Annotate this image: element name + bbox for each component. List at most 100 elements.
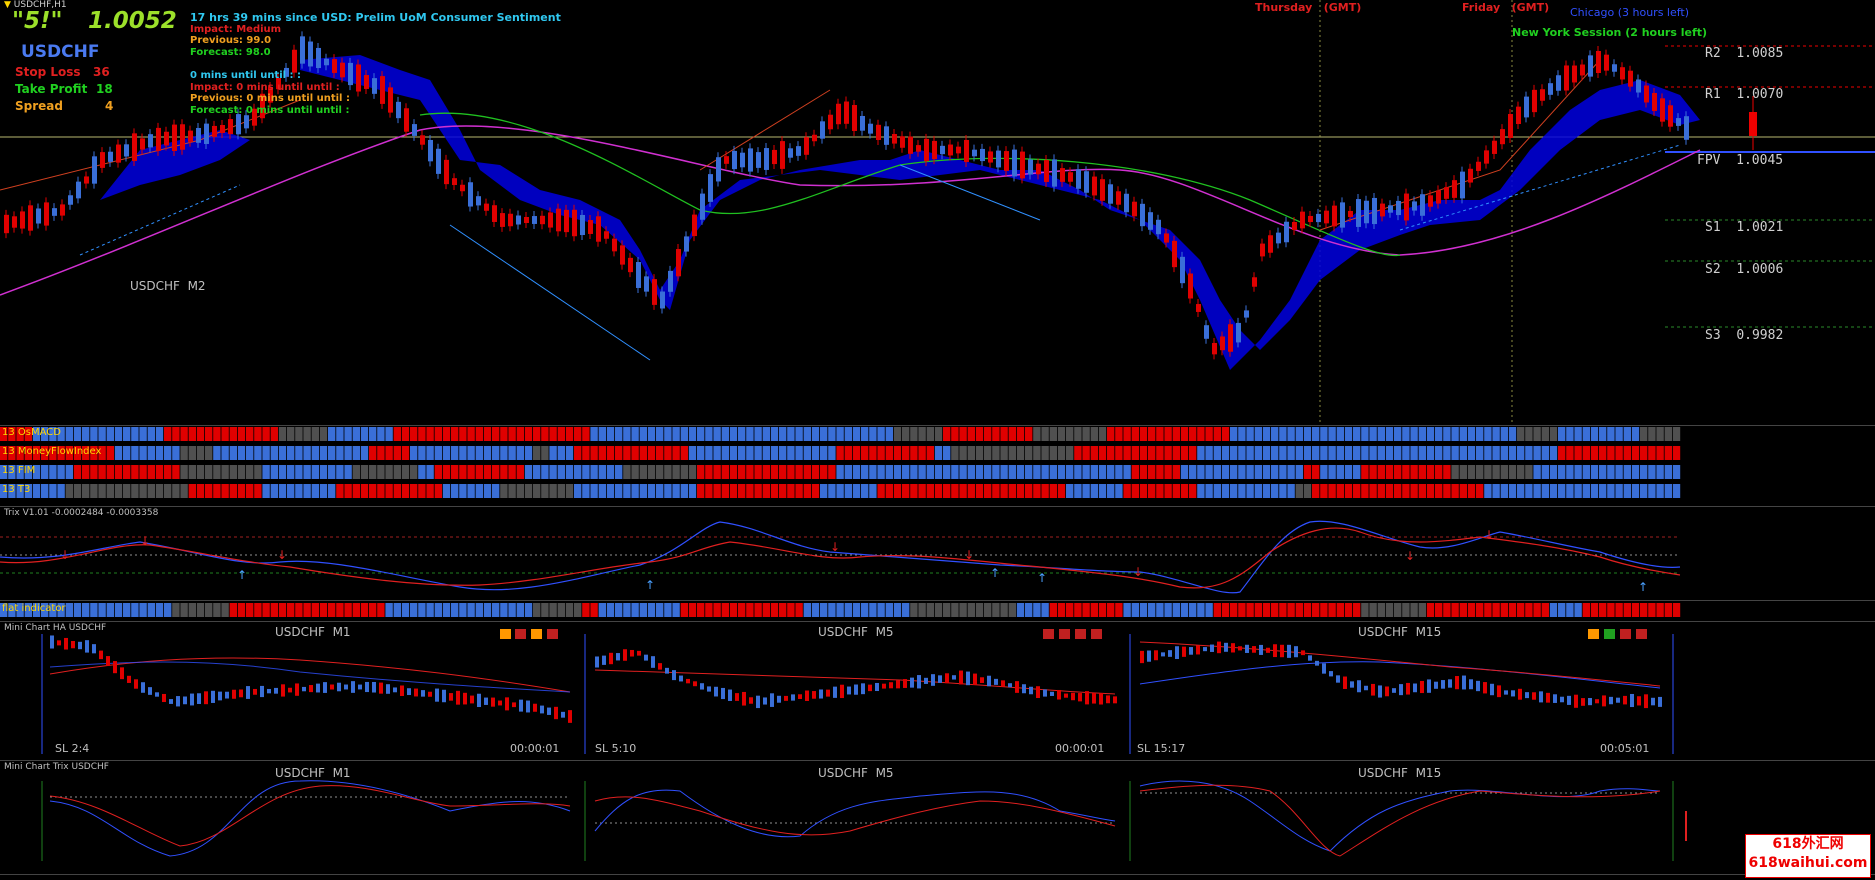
indicator-cell: [598, 427, 606, 441]
indicator-cell: [385, 603, 393, 617]
indicator-cell: [770, 446, 779, 460]
indicator-cell: [861, 603, 869, 617]
candle-body: [436, 148, 441, 174]
indicator-cell: [1385, 484, 1394, 498]
indicator-cell: [1394, 484, 1402, 498]
candle-body: [916, 145, 921, 152]
indicator-cell: [1090, 484, 1098, 498]
indicator-cell: [221, 446, 229, 460]
indicator-cell: [688, 465, 697, 479]
main-chart[interactable]: ▼ USDCHF,H1 "5!" 1.0052 USDCHF Stop Loss…: [0, 0, 1875, 425]
indicator-cell: [287, 465, 295, 479]
indicator-cell: [262, 465, 270, 479]
indicator-cell: [861, 465, 869, 479]
indicator-cell: [1574, 427, 1582, 441]
indicator-cell: [164, 484, 172, 498]
indicator-cell: [1115, 446, 1123, 460]
mini-candle: [1644, 694, 1648, 709]
indicator-cell: [1631, 446, 1640, 460]
indicator-cell: [254, 603, 262, 617]
indicator-cell: [598, 465, 606, 479]
watermark-line1: 618外汇网: [1772, 836, 1844, 852]
indicator-cell: [820, 484, 828, 498]
trix-panel[interactable]: Trix V1.01 -0.0002484 -0.0003358 ↓ ↓ ↓ ↓ ↓ ↓ ↓…: [0, 507, 1875, 599]
window-menu-icon[interactable]: ▼: [4, 0, 11, 10]
mini-candle: [169, 699, 173, 704]
indicator-cell: [114, 603, 123, 617]
indicator-cell: [967, 603, 975, 617]
indicator-cell: [852, 603, 861, 617]
pivot-r1: R1 1.0070: [1705, 87, 1784, 102]
indicator-cell: [1377, 484, 1385, 498]
spread-value: 4: [105, 99, 114, 113]
candle-body: [124, 144, 129, 157]
candle-body: [244, 115, 249, 129]
indicator-cell: [836, 484, 844, 498]
candle-body: [1684, 116, 1689, 140]
candle-body: [748, 148, 753, 172]
indicator-cell: [1082, 484, 1090, 498]
candle-body: [1564, 65, 1569, 91]
indicator-cell: [647, 484, 656, 498]
flat-indicator-row[interactable]: flat indicator: [0, 602, 1875, 618]
indicator-cell: [1033, 484, 1041, 498]
mini-candle: [896, 680, 900, 689]
indicator-cell: [1041, 603, 1049, 617]
indicator-cell: [1590, 465, 1599, 479]
session-chicago: Chicago (3 hours left): [1570, 6, 1690, 19]
mini-ha-panel[interactable]: Mini Chart HA USDCHF USDCHF M1 USDCHF M5…: [0, 622, 1875, 760]
indicator-row-osmacd: 13 OsMACD: [0, 426, 1875, 442]
indicator-cell: [434, 427, 442, 441]
mini-candle: [1595, 699, 1599, 704]
news-previous: Previous: 99.0: [190, 35, 272, 46]
mini-candle: [1637, 696, 1641, 706]
candle-body: [900, 136, 905, 148]
indicator-cell: [328, 465, 336, 479]
indicator-cell: [1115, 465, 1123, 479]
candle-body: [1260, 243, 1265, 257]
indicator-cell: [1262, 603, 1271, 617]
indicator-cell: [426, 484, 434, 498]
mini-trix-panel[interactable]: Mini Chart Trix USDCHF USDCHF M1 USDCHF …: [0, 761, 1875, 873]
candle-body: [1500, 129, 1505, 145]
indicator-bars-panel[interactable]: 13 OsMACD 13 MoneyFlowIndex 13 FIM 13 T3: [0, 426, 1875, 502]
indicator-cell: [295, 603, 303, 617]
indicator-cell: [1426, 446, 1435, 460]
indicator-cell: [352, 465, 360, 479]
indicator-cell: [1369, 465, 1377, 479]
candle-body: [1660, 98, 1665, 122]
indicator-cell: [410, 465, 418, 479]
candle-body: [1372, 197, 1377, 225]
candle-body: [1028, 159, 1033, 175]
indicator-cell: [213, 603, 221, 617]
candle-body: [1188, 273, 1193, 299]
mini-candle: [938, 675, 942, 683]
mini-candle: [903, 679, 907, 688]
mini-candle: [784, 695, 788, 701]
indicator-cell: [1115, 484, 1123, 498]
indicator-cell: [1213, 427, 1221, 441]
candle-body: [700, 193, 705, 220]
indicator-cell: [639, 446, 647, 460]
indicator-cell: [1066, 427, 1074, 441]
indicator-cell: [311, 465, 319, 479]
indicator-cell: [1189, 446, 1197, 460]
indicator-cell: [229, 427, 237, 441]
indicator-cell: [393, 465, 401, 479]
mini-candle: [400, 685, 404, 697]
mini-candle: [519, 699, 523, 712]
indicator-cell: [1517, 465, 1525, 479]
mini-candle: [1168, 650, 1172, 657]
indicator-cell: [574, 427, 582, 441]
indicator-cell: [1443, 427, 1451, 441]
indicator-cell: [180, 465, 188, 479]
indicator-cell: [705, 465, 713, 479]
take-profit-value: 18: [96, 82, 113, 96]
indicator-cell: [1377, 603, 1385, 617]
indicator-cell: [762, 603, 770, 617]
mini-candle: [1064, 693, 1068, 698]
indicator-cell: [82, 484, 90, 498]
indicator-cell: [1025, 603, 1033, 617]
mini-candle: [1602, 695, 1606, 707]
indicator-cell: [598, 446, 606, 460]
